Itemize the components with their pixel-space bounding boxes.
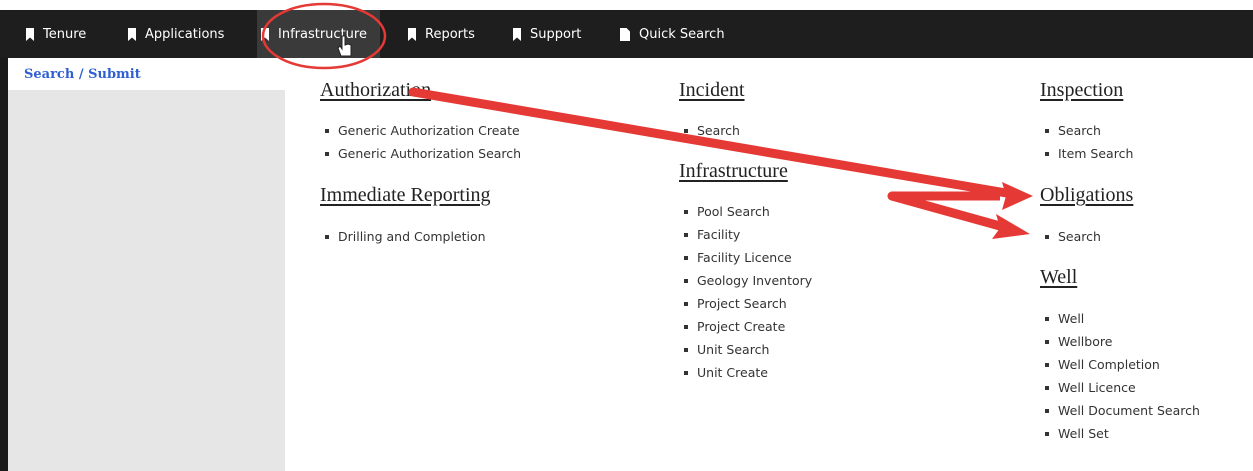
nav-quick-search[interactable]: Quick Search xyxy=(620,10,725,58)
nav-infrastructure[interactable]: Infrastructure xyxy=(257,10,380,58)
menu-item-obligations-search[interactable]: Search xyxy=(1042,225,1101,248)
section-title-well: Well xyxy=(1040,266,1078,288)
menu-item-project-search[interactable]: Project Search xyxy=(681,292,812,315)
section-title-authorization: Authorization xyxy=(320,79,432,101)
section-title-incident: Incident xyxy=(679,79,745,101)
nav-label: Applications xyxy=(145,26,225,42)
menu-item-well-completion[interactable]: Well Completion xyxy=(1042,353,1200,376)
top-strip xyxy=(0,0,1253,10)
document-icon xyxy=(620,27,630,41)
nav-label: Support xyxy=(530,26,582,42)
menu-item-well[interactable]: Well xyxy=(1042,307,1200,330)
menu-item-item-search[interactable]: Item Search xyxy=(1042,142,1133,165)
menu-item-wellbore[interactable]: Wellbore xyxy=(1042,330,1200,353)
menu-item-project-create[interactable]: Project Create xyxy=(681,315,812,338)
nav-support[interactable]: Support xyxy=(513,10,581,58)
menu-item-facility-licence[interactable]: Facility Licence xyxy=(681,246,812,269)
section-title-infrastructure: Infrastructure xyxy=(679,160,788,182)
bookmark-icon xyxy=(26,27,34,41)
authorization-list: Generic Authorization Create Generic Aut… xyxy=(322,119,521,165)
obligations-list: Search xyxy=(1042,225,1101,248)
menu-item-unit-create[interactable]: Unit Create xyxy=(681,361,812,384)
sidebar: Search / Submit xyxy=(8,58,285,471)
menu-item-inspection-search[interactable]: Search xyxy=(1042,119,1133,142)
nav-applications[interactable]: Applications xyxy=(128,10,224,58)
section-title-immediate-reporting: Immediate Reporting xyxy=(320,184,491,206)
nav-label: Quick Search xyxy=(639,26,725,42)
nav-label: Reports xyxy=(425,26,475,42)
sidebar-header: Search / Submit xyxy=(8,58,285,90)
bookmark-icon xyxy=(408,27,416,41)
annotation-arrow-obligations-search xyxy=(887,191,1030,239)
menu-item-facility[interactable]: Facility xyxy=(681,223,812,246)
immediate-reporting-list: Drilling and Completion xyxy=(322,225,486,248)
menu-item-well-document-search[interactable]: Well Document Search xyxy=(1042,399,1200,422)
bookmark-icon xyxy=(513,27,521,41)
menu-item-unit-search[interactable]: Unit Search xyxy=(681,338,812,361)
section-title-obligations: Obligations xyxy=(1040,184,1134,206)
menu-item-generic-authorization-create[interactable]: Generic Authorization Create xyxy=(322,119,521,142)
search-submit-link[interactable]: Search / Submit xyxy=(24,67,141,82)
nav-label: Tenure xyxy=(43,26,87,42)
menu-item-generic-authorization-search[interactable]: Generic Authorization Search xyxy=(322,142,521,165)
menu-item-drilling-and-completion[interactable]: Drilling and Completion xyxy=(322,225,486,248)
section-title-inspection: Inspection xyxy=(1040,79,1124,101)
menu-item-well-licence[interactable]: Well Licence xyxy=(1042,376,1200,399)
menu-item-geology-inventory[interactable]: Geology Inventory xyxy=(681,269,812,292)
bookmark-icon xyxy=(261,27,269,41)
nav-label: Infrastructure xyxy=(278,26,367,42)
menu-item-pool-search[interactable]: Pool Search xyxy=(681,200,812,223)
nav-tenure[interactable]: Tenure xyxy=(26,10,86,58)
incident-list: Search xyxy=(681,119,740,142)
inspection-list: Search Item Search xyxy=(1042,119,1133,165)
well-list: Well Wellbore Well Completion Well Licen… xyxy=(1042,307,1200,445)
bookmark-icon xyxy=(128,27,136,41)
nav-reports[interactable]: Reports xyxy=(408,10,475,58)
menu-item-incident-search[interactable]: Search xyxy=(681,119,740,142)
left-edge-bar xyxy=(0,58,8,471)
infrastructure-list: Pool Search Facility Facility Licence Ge… xyxy=(681,200,812,384)
menu-item-well-set[interactable]: Well Set xyxy=(1042,422,1200,445)
